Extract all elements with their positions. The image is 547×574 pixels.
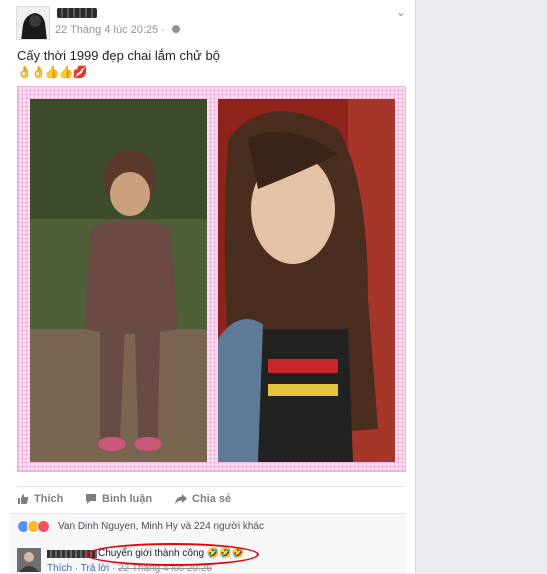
commenter-avatar[interactable]: [17, 548, 41, 572]
like-button[interactable]: Thích: [17, 493, 63, 505]
love-reaction-icon: [37, 520, 50, 533]
thumbs-up-icon: [18, 494, 29, 504]
globe-icon: [171, 25, 180, 34]
comment-text: Chuyển giới thành công 🤣🤣🤣: [98, 548, 245, 559]
post-text: Cấy thời 1999 đẹp chai lắm chử bộ: [17, 48, 220, 63]
comment-icon: [86, 494, 96, 504]
reaction-icons: [17, 520, 50, 533]
comment-button[interactable]: Bình luận: [85, 493, 152, 505]
author-name-redacted[interactable]: ●●●●●: [57, 8, 97, 18]
author-avatar[interactable]: [16, 6, 50, 40]
post-timestamp[interactable]: 22 Tháng 4 lúc 20:25 ·: [55, 24, 165, 36]
comment-timestamp[interactable]: 22 Tháng 4 lúc 20:26: [118, 563, 212, 574]
woman-photo-art: [218, 99, 395, 462]
commenter-name-redacted[interactable]: ●●●●●●: [47, 550, 97, 558]
comment-meta-separator: ·: [111, 563, 116, 574]
comment-meta: Thích · Trả lời · 22 Tháng 4 lúc 20:26: [47, 563, 212, 574]
photo-woman-now: [218, 99, 395, 462]
chevron-down-icon[interactable]: ⌄: [396, 5, 406, 19]
share-icon: [175, 494, 187, 504]
comment-like-link[interactable]: Thích: [47, 563, 72, 574]
reactions-summary[interactable]: Van Dinh Nguyen, Minh Hy và 224 người kh…: [10, 513, 406, 540]
avatar-image: [17, 7, 49, 39]
comment-label: Bình luận: [102, 493, 153, 505]
child-photo-art: [30, 99, 207, 462]
share-button[interactable]: Chia sẻ: [175, 493, 231, 505]
comment-reply-link[interactable]: Trả lời: [81, 563, 109, 574]
comment-meta-separator: ·: [74, 563, 79, 574]
post-photo[interactable]: [17, 86, 406, 472]
post-meta: 22 Tháng 4 lúc 20:25 ·: [55, 24, 180, 36]
commenter-avatar-image: [17, 548, 41, 572]
like-label: Thích: [34, 493, 64, 505]
post-emojis: 👌👌👍👍💋: [17, 65, 88, 79]
comment-item: ●●●●●● Chuyển giới thành công 🤣🤣🤣 Thích …: [10, 540, 406, 574]
post-card: ●●●●● 22 Tháng 4 lúc 20:25 · ⌄ Cấy thời …: [0, 0, 416, 574]
share-label: Chia sẻ: [192, 493, 232, 505]
right-background: [416, 0, 547, 573]
reactions-text[interactable]: Van Dinh Nguyen, Minh Hy và 224 người kh…: [58, 521, 264, 532]
post-actions: Thích Bình luận Chia sẻ: [17, 486, 406, 513]
photo-child-1999: [30, 99, 207, 462]
